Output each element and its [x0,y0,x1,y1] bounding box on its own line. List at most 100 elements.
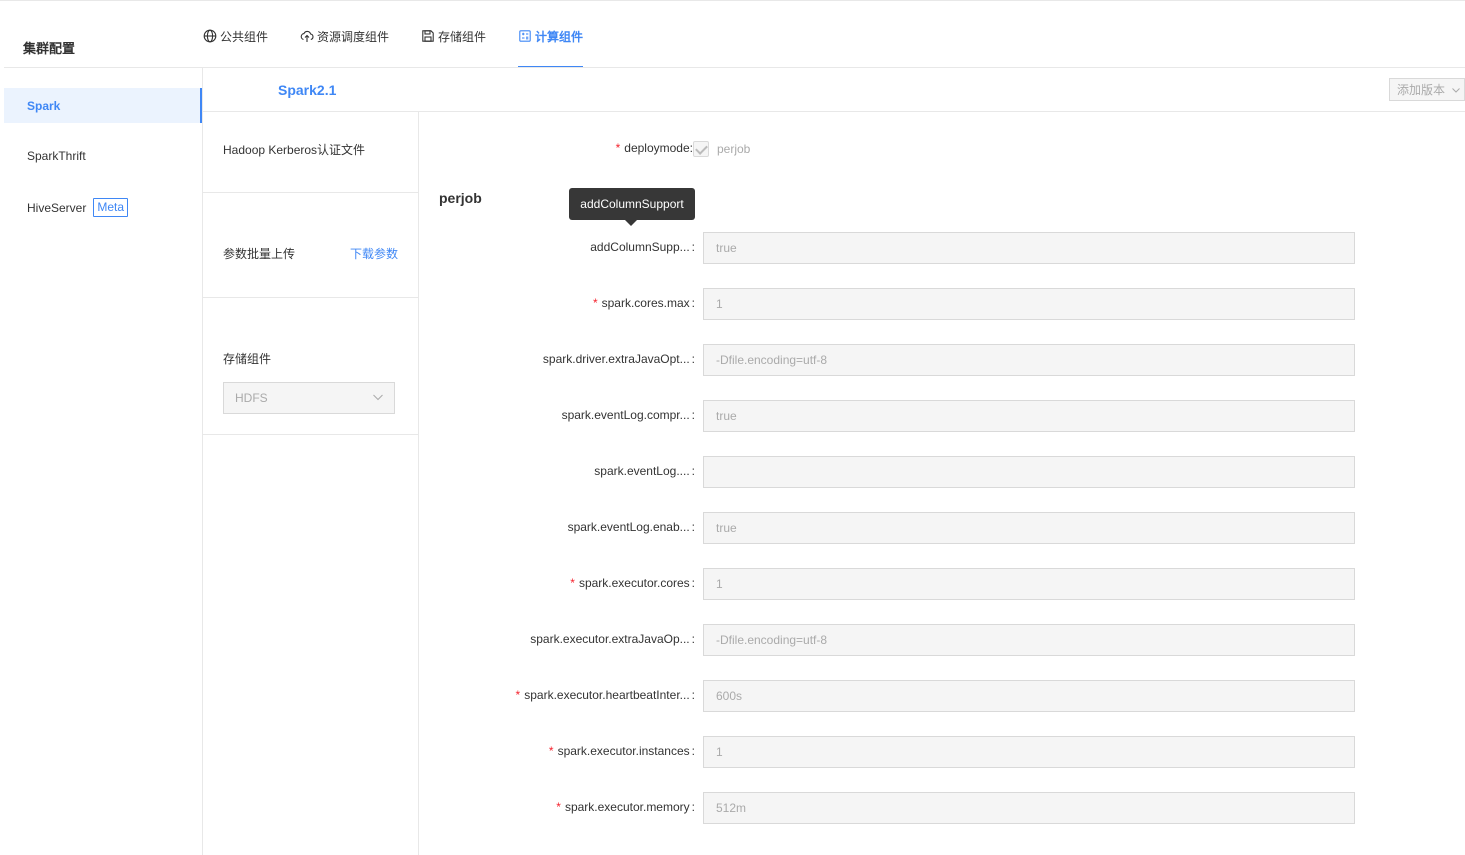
download-params-link[interactable]: 下载参数 [350,245,398,262]
tab-storage-components[interactable]: 存储组件 [421,0,486,68]
label-separator: : [691,520,695,534]
field-input[interactable]: 1 [703,736,1355,768]
storage-select-value: HDFS [235,391,268,405]
form-row: spark.executor.extraJavaOp...: -Dfile.enc… [419,624,1465,656]
field-input[interactable] [703,456,1355,488]
tab-resource-scheduling[interactable]: 资源调度组件 [300,0,389,68]
version-bar: Spark2.1 添加版本 [203,68,1465,112]
version-tab-spark2-1[interactable]: Spark2.1 [278,82,336,98]
kerberos-label: Hadoop Kerberos认证文件 [223,143,366,157]
sidebar-item-spark[interactable]: Spark [4,88,202,123]
storage-label: 存储组件 [223,352,272,366]
tab-label: 公共组件 [220,29,269,44]
field-label: * spark.executor.heartbeatInter...: [516,688,695,702]
add-version-label: 添加版本 [1397,83,1446,97]
form-row: addColumnSupp...: true [419,232,1465,264]
field-input[interactable]: true [703,512,1355,544]
config-form: * deploymode: perjob perjob addColumnSupp… [419,112,1465,855]
deploymode-label: * deploymode: [616,141,693,155]
form-row: * spark.executor.heartbeatInter...:600s [419,680,1465,712]
tab-compute-components[interactable]: 计算组件 [518,0,584,68]
save-icon [422,30,434,42]
form-row: * spark.executor.cores:1 [419,568,1465,600]
field-input[interactable]: true [703,400,1355,432]
section-title-perjob: perjob [439,190,482,206]
bulk-upload-label: 参数批量上传 [223,247,296,261]
sidebar-item-label: HiveServer [27,200,87,215]
field-input[interactable]: -Dfile.encoding=utf-8 [703,344,1355,376]
field-label-text: addColumnSupp... [590,240,690,254]
field-input[interactable]: true [703,232,1355,264]
field-input[interactable]: 512m [703,792,1355,824]
field-label-text: spark.executor.memory [564,800,690,814]
form-row: spark.driver.extraJavaOpt...: -Dfile.enco… [419,344,1465,376]
field-input[interactable]: 1 [703,568,1355,600]
field-label-text: spark.executor.instances [557,744,690,758]
field-label: spark.executor.extraJavaOp...: [530,632,695,646]
form-row: spark.eventLog.enab...: true [419,512,1465,544]
required-asterisk: * [570,576,575,590]
field-label-text: spark.eventLog.enab... [567,520,690,534]
tooltip: addColumnSupport [569,188,695,226]
meta-badge: Meta [93,198,129,217]
form-row: * spark.cores.max:1 [419,288,1465,320]
tab-label: 计算组件 [535,29,584,44]
calculator-icon [519,30,531,42]
field-input[interactable]: -Dfile.encoding=utf-8 [703,624,1355,656]
label-separator: : [691,296,695,310]
field-label: spark.eventLog....: [594,464,695,478]
field-label-text: spark.executor.extraJavaOp... [530,632,690,646]
sidebar-item-label: SparkThrift [27,148,86,163]
tab-label: 存储组件 [438,29,487,44]
kerberos-section: Hadoop Kerberos认证文件 [203,112,418,193]
field-label-text: spark.eventLog.... [594,464,690,478]
label-separator: : [691,800,695,814]
label-separator: : [691,632,695,646]
sidebar-item-label: Spark [27,98,61,113]
field-label: * spark.executor.memory: [556,800,695,814]
page-header: 集群配置 公共组件 资源调度组件 存储组件 计算组件 [0,0,1465,68]
component-tabs: 公共组件 资源调度组件 存储组件 计算组件 [203,0,615,68]
field-label-text: spark.driver.extraJavaOpt... [542,352,690,366]
chevron-down-icon [1452,87,1460,93]
storage-select[interactable]: HDFS [223,382,395,414]
tab-common-components[interactable]: 公共组件 [203,0,268,68]
label-separator: : [691,744,695,758]
required-asterisk: * [556,800,561,814]
required-asterisk: * [515,688,521,702]
deploymode-option-label: perjob [717,142,751,156]
add-version-select[interactable]: 添加版本 [1389,78,1465,101]
required-asterisk: * [615,141,621,155]
field-input[interactable]: 1 [703,288,1355,320]
deploymode-perjob-checkbox[interactable] [693,141,709,157]
config-side-panel: Hadoop Kerberos认证文件 参数批量上传 下载参数 存储组件 HDF… [203,112,419,855]
form-row: spark.eventLog.compr...: true [419,400,1465,432]
field-label-text: spark.executor.heartbeatInter... [524,688,690,702]
field-label-text: spark.eventLog.compr... [561,408,690,422]
required-asterisk: * [548,744,554,758]
field-label-text: spark.cores.max [601,296,690,310]
field-label: spark.eventLog.enab...: [568,520,695,534]
form-row: * spark.executor.instances:1 [419,736,1465,768]
field-label: * spark.cores.max: [593,296,695,310]
label-separator: : [691,688,695,702]
bulk-upload-section: 参数批量上传 下载参数 [203,193,418,298]
sidebar-item-sparkthrift[interactable]: SparkThrift [4,138,202,173]
label-separator: : [691,464,695,478]
sidebar-item-hiveserver[interactable]: HiveServer Meta [4,190,202,225]
field-label: addColumnSupp...: [590,240,695,254]
field-label: spark.driver.extraJavaOpt...: [543,352,695,366]
label-separator: : [691,576,695,590]
label-separator: : [691,352,695,366]
field-label: spark.eventLog.compr...: [562,408,695,422]
required-asterisk: * [592,296,598,310]
field-label-text: spark.executor.cores [578,576,690,590]
form-row: * spark.executor.memory:512m [419,792,1465,824]
cloud-upload-icon [300,30,314,42]
deploymode-label-text: deploymode [624,141,690,155]
label-separator: : [691,408,695,422]
field-label: * spark.executor.instances: [549,744,695,758]
field-input[interactable]: 600s [703,680,1355,712]
storage-section: 存储组件 HDFS [203,298,418,435]
chevron-down-icon [373,394,383,401]
